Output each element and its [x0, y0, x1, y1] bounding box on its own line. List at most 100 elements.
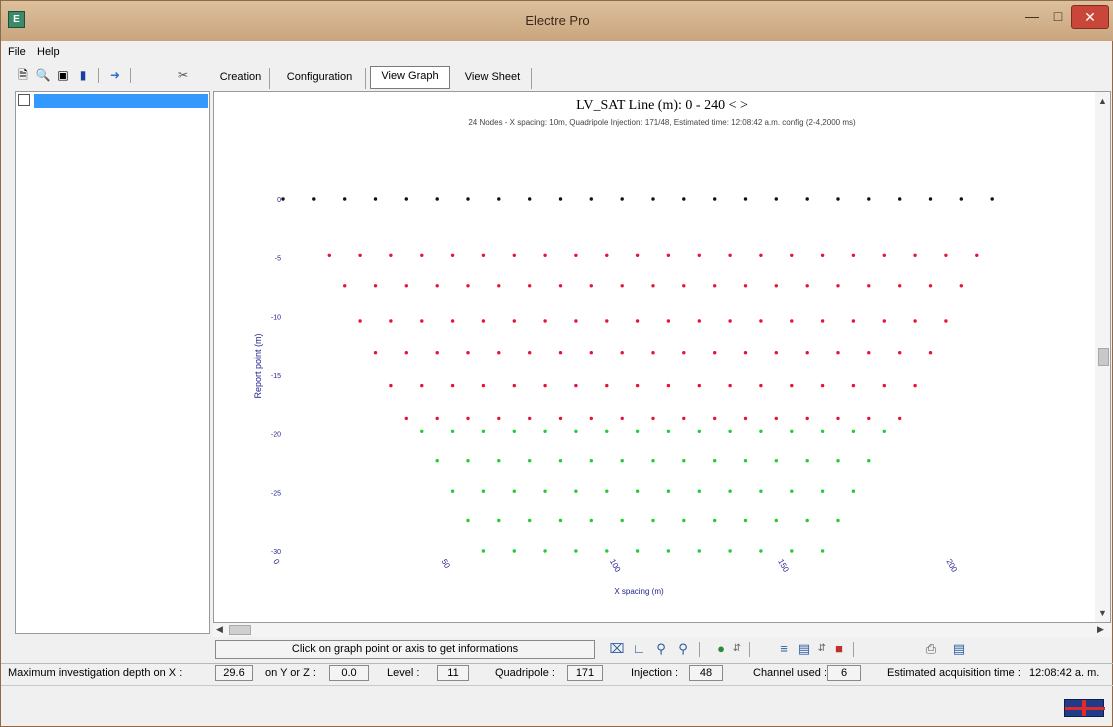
data-point[interactable] — [558, 518, 563, 523]
data-point[interactable] — [481, 549, 486, 553]
data-point[interactable] — [574, 253, 578, 257]
data-point[interactable] — [512, 383, 516, 388]
export-icon[interactable]: ▤ — [951, 641, 967, 657]
data-point[interactable] — [820, 319, 825, 323]
data-point[interactable] — [851, 383, 856, 388]
y-tick-label[interactable]: -20 — [271, 432, 281, 439]
data-point[interactable] — [635, 549, 640, 553]
data-point[interactable] — [851, 429, 856, 433]
data-point[interactable] — [574, 549, 578, 553]
data-point[interactable] — [574, 429, 578, 433]
data-point[interactable] — [728, 253, 732, 257]
data-point[interactable] — [620, 459, 624, 463]
data-point[interactable] — [898, 197, 902, 201]
data-point[interactable] — [743, 284, 748, 288]
data-point[interactable] — [759, 549, 763, 553]
data-point[interactable] — [743, 518, 748, 523]
data-point[interactable] — [759, 253, 763, 257]
data-point[interactable] — [605, 319, 609, 323]
data-point[interactable] — [635, 383, 640, 388]
data-point[interactable] — [512, 489, 516, 493]
data-point[interactable] — [682, 518, 686, 523]
data-point[interactable] — [450, 383, 455, 388]
data-point[interactable] — [774, 351, 778, 355]
x-tick-label[interactable]: 200 — [944, 558, 959, 575]
tree-item-selection[interactable] — [34, 94, 208, 108]
color-icon[interactable]: ● — [713, 641, 729, 657]
data-point[interactable] — [543, 489, 547, 493]
data-point[interactable] — [682, 197, 686, 201]
data-point[interactable] — [589, 197, 593, 201]
pseudosection-plot[interactable]: 0 -5 -10 -15 -20 -25 -30 0 50 100 150 200 Report p… — [213, 91, 1093, 621]
data-point[interactable] — [743, 459, 748, 463]
data-point[interactable] — [528, 351, 532, 355]
data-point[interactable] — [497, 459, 501, 463]
data-point[interactable] — [666, 549, 671, 553]
data-point[interactable] — [512, 549, 516, 553]
data-point[interactable] — [836, 416, 840, 421]
data-point[interactable] — [774, 416, 778, 421]
language-flag-icon[interactable] — [1064, 699, 1105, 717]
data-point[interactable] — [558, 416, 563, 421]
data-point[interactable] — [882, 383, 886, 388]
data-point[interactable] — [820, 253, 825, 257]
data-point[interactable] — [450, 429, 455, 433]
title-bar[interactable]: E Electre Pro — □ ✕ — [1, 1, 1113, 41]
data-point[interactable] — [497, 416, 501, 421]
maximize-button[interactable]: □ — [1045, 5, 1071, 29]
data-point[interactable] — [805, 284, 809, 288]
data-point[interactable] — [450, 253, 455, 257]
data-point[interactable] — [697, 549, 701, 553]
data-point[interactable] — [913, 253, 917, 257]
data-point[interactable] — [790, 489, 794, 493]
data-point[interactable] — [743, 197, 748, 201]
data-point[interactable] — [512, 319, 516, 323]
data-point[interactable] — [790, 319, 794, 323]
data-point[interactable] — [697, 319, 701, 323]
data-point[interactable] — [820, 429, 825, 433]
data-point[interactable] — [404, 284, 408, 288]
data-point[interactable] — [481, 489, 486, 493]
data-point[interactable] — [358, 319, 362, 323]
data-point[interactable] — [574, 319, 578, 323]
data-point[interactable] — [913, 383, 917, 388]
x-tick-label[interactable]: 50 — [440, 558, 453, 571]
data-point[interactable] — [805, 459, 809, 463]
data-point[interactable] — [759, 489, 763, 493]
scroll-up-icon[interactable]: ▲ — [1098, 96, 1107, 106]
data-point[interactable] — [851, 253, 856, 257]
data-point[interactable] — [343, 197, 347, 201]
zoom-fit-icon[interactable]: ⌧ — [609, 641, 625, 657]
data-point[interactable] — [651, 351, 655, 355]
data-point[interactable] — [497, 284, 501, 288]
data-point[interactable] — [435, 416, 439, 421]
data-point[interactable] — [913, 319, 917, 323]
data-point[interactable] — [558, 351, 563, 355]
data-point[interactable] — [697, 383, 701, 388]
data-point[interactable] — [635, 429, 640, 433]
data-point[interactable] — [651, 416, 655, 421]
data-point[interactable] — [713, 197, 717, 201]
data-point[interactable] — [713, 416, 717, 421]
minimize-button[interactable]: — — [1019, 5, 1045, 29]
data-point[interactable] — [975, 253, 979, 257]
data-point[interactable] — [928, 351, 933, 355]
data-point[interactable] — [759, 429, 763, 433]
data-point[interactable] — [743, 351, 748, 355]
data-point[interactable] — [836, 197, 840, 201]
data-point[interactable] — [528, 459, 532, 463]
data-point[interactable] — [589, 459, 593, 463]
data-point[interactable] — [651, 518, 655, 523]
scroll-right-icon[interactable]: ▶ — [1097, 624, 1104, 635]
scroll-left-icon[interactable]: ◀ — [216, 624, 223, 635]
data-point[interactable] — [928, 284, 933, 288]
data-point[interactable] — [928, 197, 933, 201]
data-point[interactable] — [589, 351, 593, 355]
data-point[interactable] — [867, 416, 871, 421]
data-point[interactable] — [404, 351, 408, 355]
tree-item[interactable] — [18, 94, 208, 108]
print-preview-icon[interactable]: ▤ — [796, 641, 812, 657]
y-tick-label[interactable]: 0 — [277, 197, 281, 204]
y-tick-label[interactable]: -25 — [271, 490, 281, 497]
data-point[interactable] — [373, 197, 378, 201]
